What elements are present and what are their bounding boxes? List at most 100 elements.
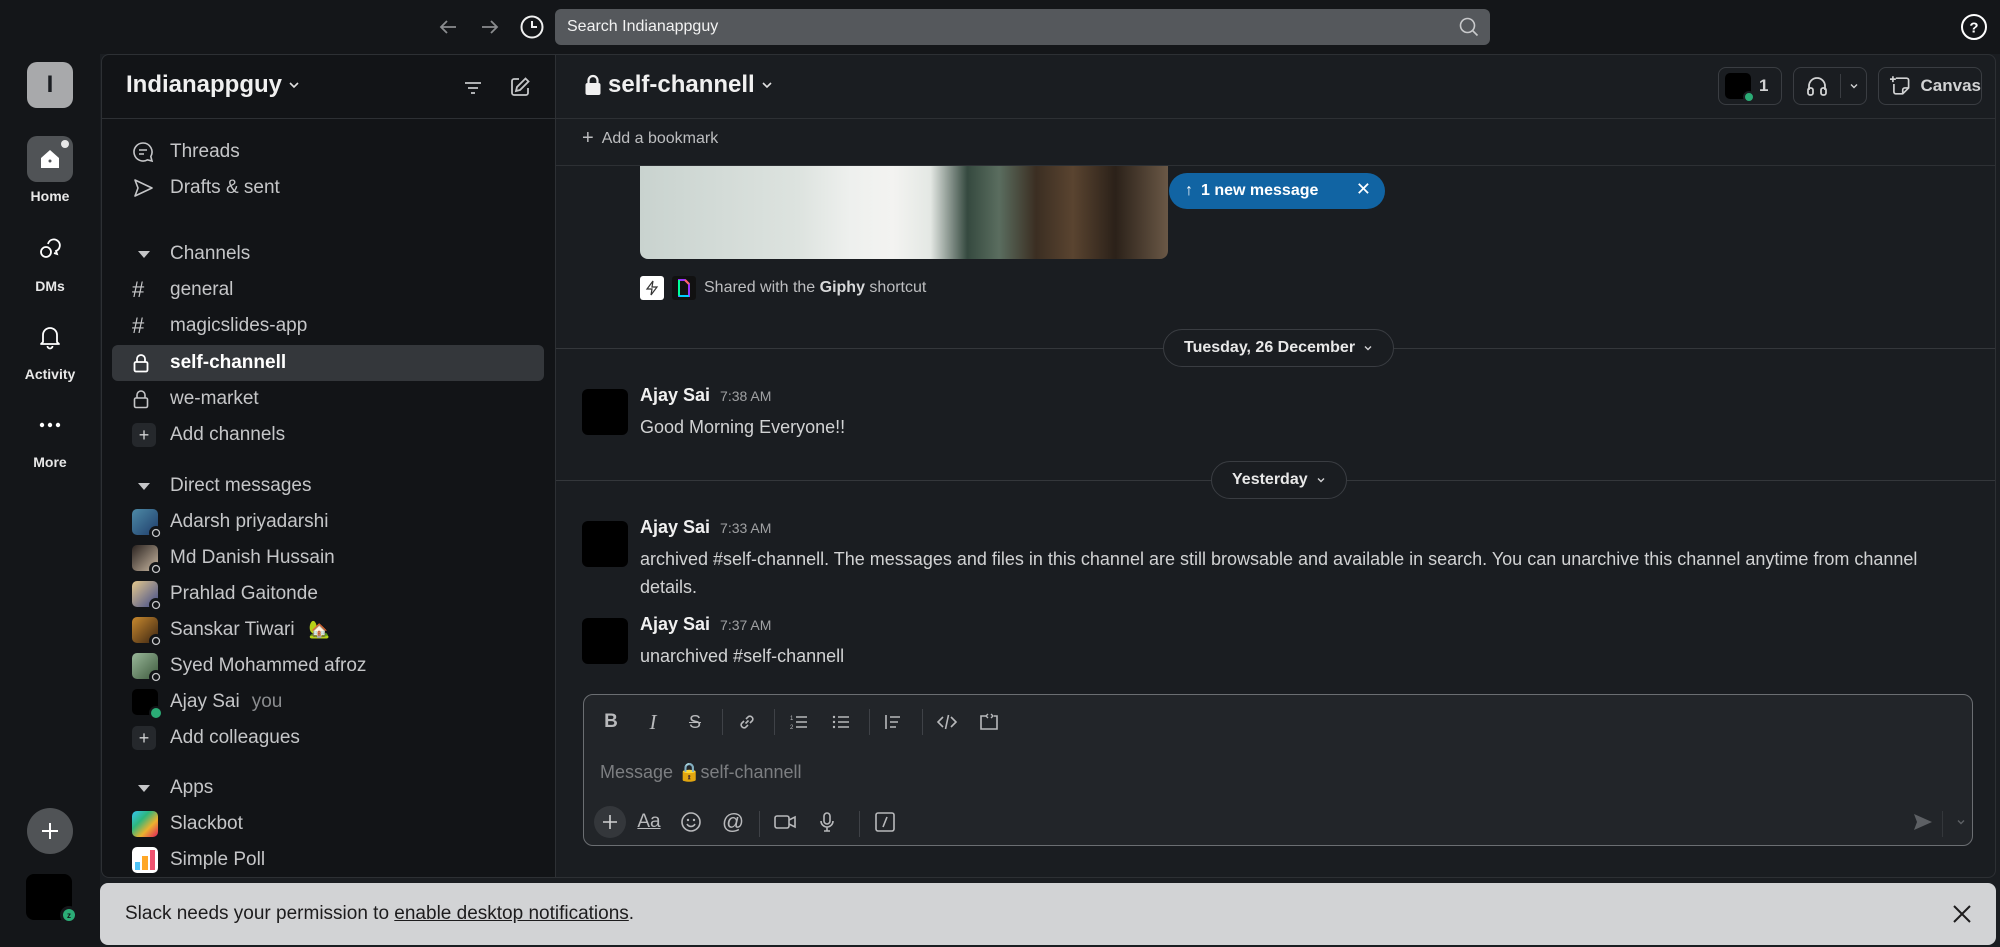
back-button[interactable] [433,12,463,42]
help-button[interactable]: ? [1960,13,1988,41]
rail-item-dms[interactable]: DMs [0,226,100,294]
user-avatar[interactable]: z [26,874,78,924]
sidebar-channel-general[interactable]: # general [112,273,544,307]
arrow-up-icon: ↑ [1185,182,1193,199]
forward-button[interactable] [475,12,505,42]
search-input[interactable]: Search Indianappguy [555,9,1490,45]
dm-section-header[interactable]: Direct messages [112,469,544,503]
section-label: Direct messages [170,475,312,496]
workspace-menu-button[interactable]: Indianappguy [126,71,300,99]
sidebar-item-drafts[interactable]: Drafts & sent [112,171,544,205]
compose-button[interactable] [504,71,536,103]
question-circle-icon: ? [1961,14,1987,40]
compose-icon [511,77,530,96]
away-status-icon [149,562,163,576]
avatar[interactable] [582,521,628,567]
message-input[interactable] [600,757,1940,787]
dm-label: Ajay Sai [170,691,240,712]
canvas-label: Canvas [1920,76,1981,95]
video-button[interactable] [770,807,800,837]
attach-button[interactable] [594,806,626,838]
workspace-switcher[interactable]: I [27,62,73,108]
add-workspace-button[interactable] [27,808,73,854]
code-button[interactable] [932,707,962,737]
lock-icon [585,74,601,95]
italic-button[interactable]: I [638,707,668,737]
shortcut-icon [640,276,664,300]
dm-item-self[interactable]: Ajay Sai you [112,685,544,720]
code-block-button[interactable] [974,707,1004,737]
rail-item-more[interactable]: More [0,402,100,470]
new-message-banner[interactable]: ↑ 1 new message ✕ [1169,173,1385,209]
message-time[interactable]: 7:37 AM [720,617,771,633]
dm-item[interactable]: Sanskar Tiwari 🏡 [112,613,544,648]
blockquote-icon [885,715,900,729]
message: Ajay Sai 7:38 AM Good Morning Everyone!! [582,385,1962,445]
avatar[interactable] [582,389,628,435]
message-author[interactable]: Ajay Sai [640,517,710,538]
channel-label: self-channell [170,352,287,373]
avatar[interactable] [582,618,628,664]
bulleted-list-button[interactable] [826,707,856,737]
sidebar-item-threads[interactable]: Threads [112,135,544,169]
slash-command-icon [875,812,895,832]
message-author[interactable]: Ajay Sai [640,614,710,635]
huddle-button[interactable] [1793,67,1867,105]
dm-item[interactable]: Md Danish Hussain [112,541,544,576]
rail-label-more: More [33,454,67,470]
emoji-button[interactable] [676,807,706,837]
date-label: Tuesday, 26 December [1184,339,1356,356]
formatting-toggle-button[interactable]: Aa [634,807,664,837]
send-button[interactable] [1908,807,1938,837]
send-options-button[interactable] [1946,807,1976,837]
sidebar-channel-magicslides-app[interactable]: # magicslides-app [112,309,544,343]
sidebar-channel-self-channell[interactable]: self-channell [112,345,544,381]
message-time[interactable]: 7:33 AM [720,520,771,536]
dm-item[interactable]: Syed Mohammed afroz [112,649,544,684]
simple-poll-icon [132,847,158,873]
close-icon[interactable]: ✕ [1356,179,1371,200]
history-button[interactable] [517,12,547,42]
sidebar-channel-we-market[interactable]: we-market [112,382,544,416]
channels-section-header[interactable]: Channels [112,237,544,271]
user-status-badge: z [60,906,78,924]
canvas-button[interactable]: Canvas [1878,67,1982,105]
close-icon [1953,905,1971,923]
enable-notifications-link[interactable]: enable desktop notifications [394,903,629,924]
huddle-options[interactable] [1841,81,1866,91]
message-time[interactable]: 7:38 AM [720,388,771,404]
date-jump-button[interactable]: Yesterday [1211,461,1347,499]
avatar [132,509,163,540]
link-button[interactable] [732,707,762,737]
filter-button[interactable] [458,73,488,103]
strikethrough-button[interactable]: S [680,707,710,737]
add-colleagues-button[interactable]: + Add colleagues [112,721,544,755]
plus-icon [603,815,617,829]
unread-dot [61,140,69,148]
shortcuts-button[interactable] [870,807,900,837]
giphy-attribution: Shared with the Giphy shortcut [640,276,926,300]
members-button[interactable]: 1 [1718,67,1782,105]
mention-button[interactable]: @ [718,807,748,837]
apps-section-header[interactable]: Apps [112,771,544,805]
dm-item[interactable]: Prahlad Gaitonde [112,577,544,612]
app-item-simple-poll[interactable]: Simple Poll [112,843,544,877]
dm-item[interactable]: Adarsh priyadarshi [112,505,544,540]
channel-label: general [170,279,234,300]
channel-name-button[interactable]: self-channell [584,71,773,99]
add-channels-button[interactable]: + Add channels [112,418,544,452]
add-bookmark-button[interactable]: + Add a bookmark [582,127,718,150]
blockquote-button[interactable] [878,707,908,737]
huddle-start[interactable] [1794,74,1840,98]
rail-item-home[interactable]: Home [0,136,100,204]
date-jump-button[interactable]: Tuesday, 26 December [1163,329,1395,367]
app-item-slackbot[interactable]: Slackbot [112,807,544,841]
ordered-list-button[interactable]: 12 [784,707,814,737]
giphy-image[interactable] [640,166,1168,259]
audio-button[interactable] [812,807,842,837]
message-author[interactable]: Ajay Sai [640,385,710,406]
close-banner-button[interactable] [1948,900,1976,928]
bold-button[interactable]: B [596,707,626,737]
away-status-icon [149,634,163,648]
rail-item-activity[interactable]: Activity [0,314,100,382]
